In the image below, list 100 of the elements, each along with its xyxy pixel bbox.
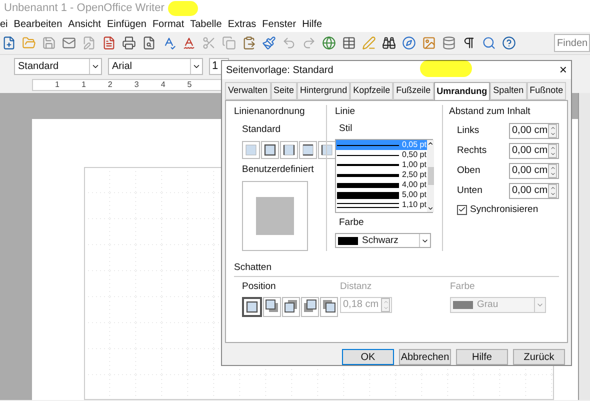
window-title: Unbenannt 1 - OpenOffice Writer [4, 1, 164, 16]
zoom-icon[interactable] [480, 34, 498, 52]
dialog-button[interactable]: OK [342, 349, 394, 365]
field-label: Benutzerdefiniert [241, 163, 315, 177]
shadow-position-button[interactable] [320, 296, 338, 317]
shadow-position-button[interactable] [263, 296, 281, 317]
spin-arrows-icon[interactable] [548, 164, 557, 178]
tab[interactable]: Seite [270, 82, 298, 100]
menu-item[interactable]: Fenster [262, 17, 296, 32]
field-label: Rechts [457, 144, 487, 158]
compass-icon[interactable] [400, 34, 418, 52]
chevron-down-icon[interactable] [190, 58, 202, 74]
menu-item[interactable]: Hilfe [302, 17, 322, 32]
chevron-up-icon[interactable] [427, 140, 434, 147]
font-dropdown[interactable]: Arial [108, 58, 203, 74]
paintbrush-icon[interactable] [260, 34, 278, 52]
field-label: Unten [457, 184, 482, 198]
color-name: Grau [477, 298, 498, 312]
chevron-down-icon[interactable] [427, 205, 434, 212]
dialog-button[interactable]: Hilfe [456, 349, 508, 365]
tab[interactable]: Spalten [490, 82, 527, 100]
close-button[interactable]: × [559, 60, 567, 80]
table-icon[interactable] [340, 34, 358, 52]
highlighter-mark [420, 60, 472, 77]
ruler-number: 1 [81, 79, 86, 91]
field-label: Farbe [450, 280, 476, 294]
line-sample [337, 164, 399, 166]
line-style-option[interactable]: 5,00 pt [336, 190, 428, 200]
tab[interactable]: Fußzeile [393, 82, 434, 100]
ruler-number: 2 [108, 79, 112, 91]
line-style-option[interactable]: 1,10 pt [336, 200, 428, 210]
line-sample [337, 144, 399, 146]
line-style-option[interactable]: 0,50 pt [336, 150, 428, 160]
section-heading: Linienanordnung [234, 104, 306, 118]
border-preset-button[interactable] [261, 141, 279, 159]
chevron-down-icon[interactable] [89, 58, 101, 74]
printer-icon[interactable] [120, 34, 138, 52]
menu-item[interactable]: ei [0, 17, 8, 32]
field-label: Distanz [340, 280, 373, 294]
section-heading: Abstand zum Inhalt [449, 104, 532, 118]
line-style-option[interactable]: 1,00 pt [336, 160, 428, 170]
spacing-field[interactable]: 0,00 cm [509, 182, 559, 199]
highlighter-mark [168, 1, 198, 16]
line-sample [337, 202, 399, 208]
spin-arrows-icon[interactable] [548, 144, 557, 158]
field-label: Farbe [338, 216, 365, 230]
menu-item[interactable]: Format [152, 17, 184, 32]
spin-arrows-icon[interactable] [548, 184, 557, 198]
field-label: Links [457, 124, 480, 138]
menu-item[interactable]: Bearbeiten [14, 17, 62, 32]
binoculars-icon[interactable] [380, 34, 398, 52]
scrollbar[interactable] [427, 140, 434, 212]
tab[interactable]: Fußnote [526, 82, 566, 100]
spacing-field[interactable]: 0,00 cm [509, 162, 559, 179]
shadow-position-button[interactable] [242, 296, 262, 317]
section-heading: Schatten [234, 261, 559, 276]
section-heading: Linie [335, 104, 356, 118]
line-sample [337, 192, 399, 198]
checkbox[interactable] [457, 204, 467, 215]
ruler-number: 4 [160, 79, 166, 91]
ruler-number: 5 [187, 79, 192, 91]
globe-icon[interactable] [320, 34, 338, 52]
ruler-number: 1 [55, 79, 60, 91]
image-icon[interactable] [420, 34, 438, 52]
shadow-position-button[interactable] [301, 296, 319, 317]
field-label: Stil [338, 122, 354, 136]
shadow-position-button[interactable] [282, 296, 300, 317]
tab[interactable]: Verwalten [225, 82, 271, 100]
line-sample [337, 154, 399, 156]
spin-arrows-icon[interactable] [548, 124, 557, 138]
tab[interactable]: Hintergrund [297, 82, 350, 100]
line-sample [337, 182, 399, 188]
menu-item[interactable]: Einfügen [106, 17, 146, 32]
field-label: Position [242, 280, 277, 294]
line-color-dropdown[interactable]: Schwarz [335, 233, 431, 248]
database-icon[interactable] [440, 34, 458, 52]
border-preset-button[interactable] [280, 141, 298, 159]
spacing-field[interactable]: 0,00 cm [509, 142, 559, 159]
dialog-title: Seitenvorlage: Standard [226, 64, 334, 78]
find-field[interactable]: Finden [554, 34, 590, 52]
border-preset-button[interactable] [299, 141, 317, 159]
dialog-button[interactable]: Zurück [513, 349, 565, 365]
spacing-field[interactable]: 0,00 cm [509, 122, 559, 139]
line-style-list[interactable]: 0,05 pt 0,50 pt 1,00 pt 2,50 pt 4,00 pt 5,00 pt 1,10 pt [335, 139, 433, 213]
save-icon[interactable] [40, 34, 58, 52]
tab[interactable]: Umrandung [434, 82, 490, 100]
tab[interactable]: Kopfzeile [350, 82, 394, 100]
field-label: Oben [457, 164, 480, 178]
checkbox-label: Synchronisieren [470, 202, 538, 217]
menu-item[interactable]: Ansicht [68, 17, 101, 32]
scrollbar[interactable] [578, 93, 590, 400]
menu-item[interactable]: Tabelle [190, 17, 222, 32]
help-icon[interactable] [500, 34, 518, 52]
field-label: Standard [241, 122, 282, 137]
line-style-option[interactable]: 2,50 pt [336, 170, 428, 180]
paragraph-style-dropdown[interactable]: Standard [14, 58, 102, 74]
color-name: Schwarz [362, 234, 398, 248]
menu-item[interactable]: Extras [228, 17, 256, 32]
dialog-button[interactable]: Abbrechen [399, 349, 451, 365]
line-style-option[interactable]: 4,00 pt [336, 180, 428, 190]
